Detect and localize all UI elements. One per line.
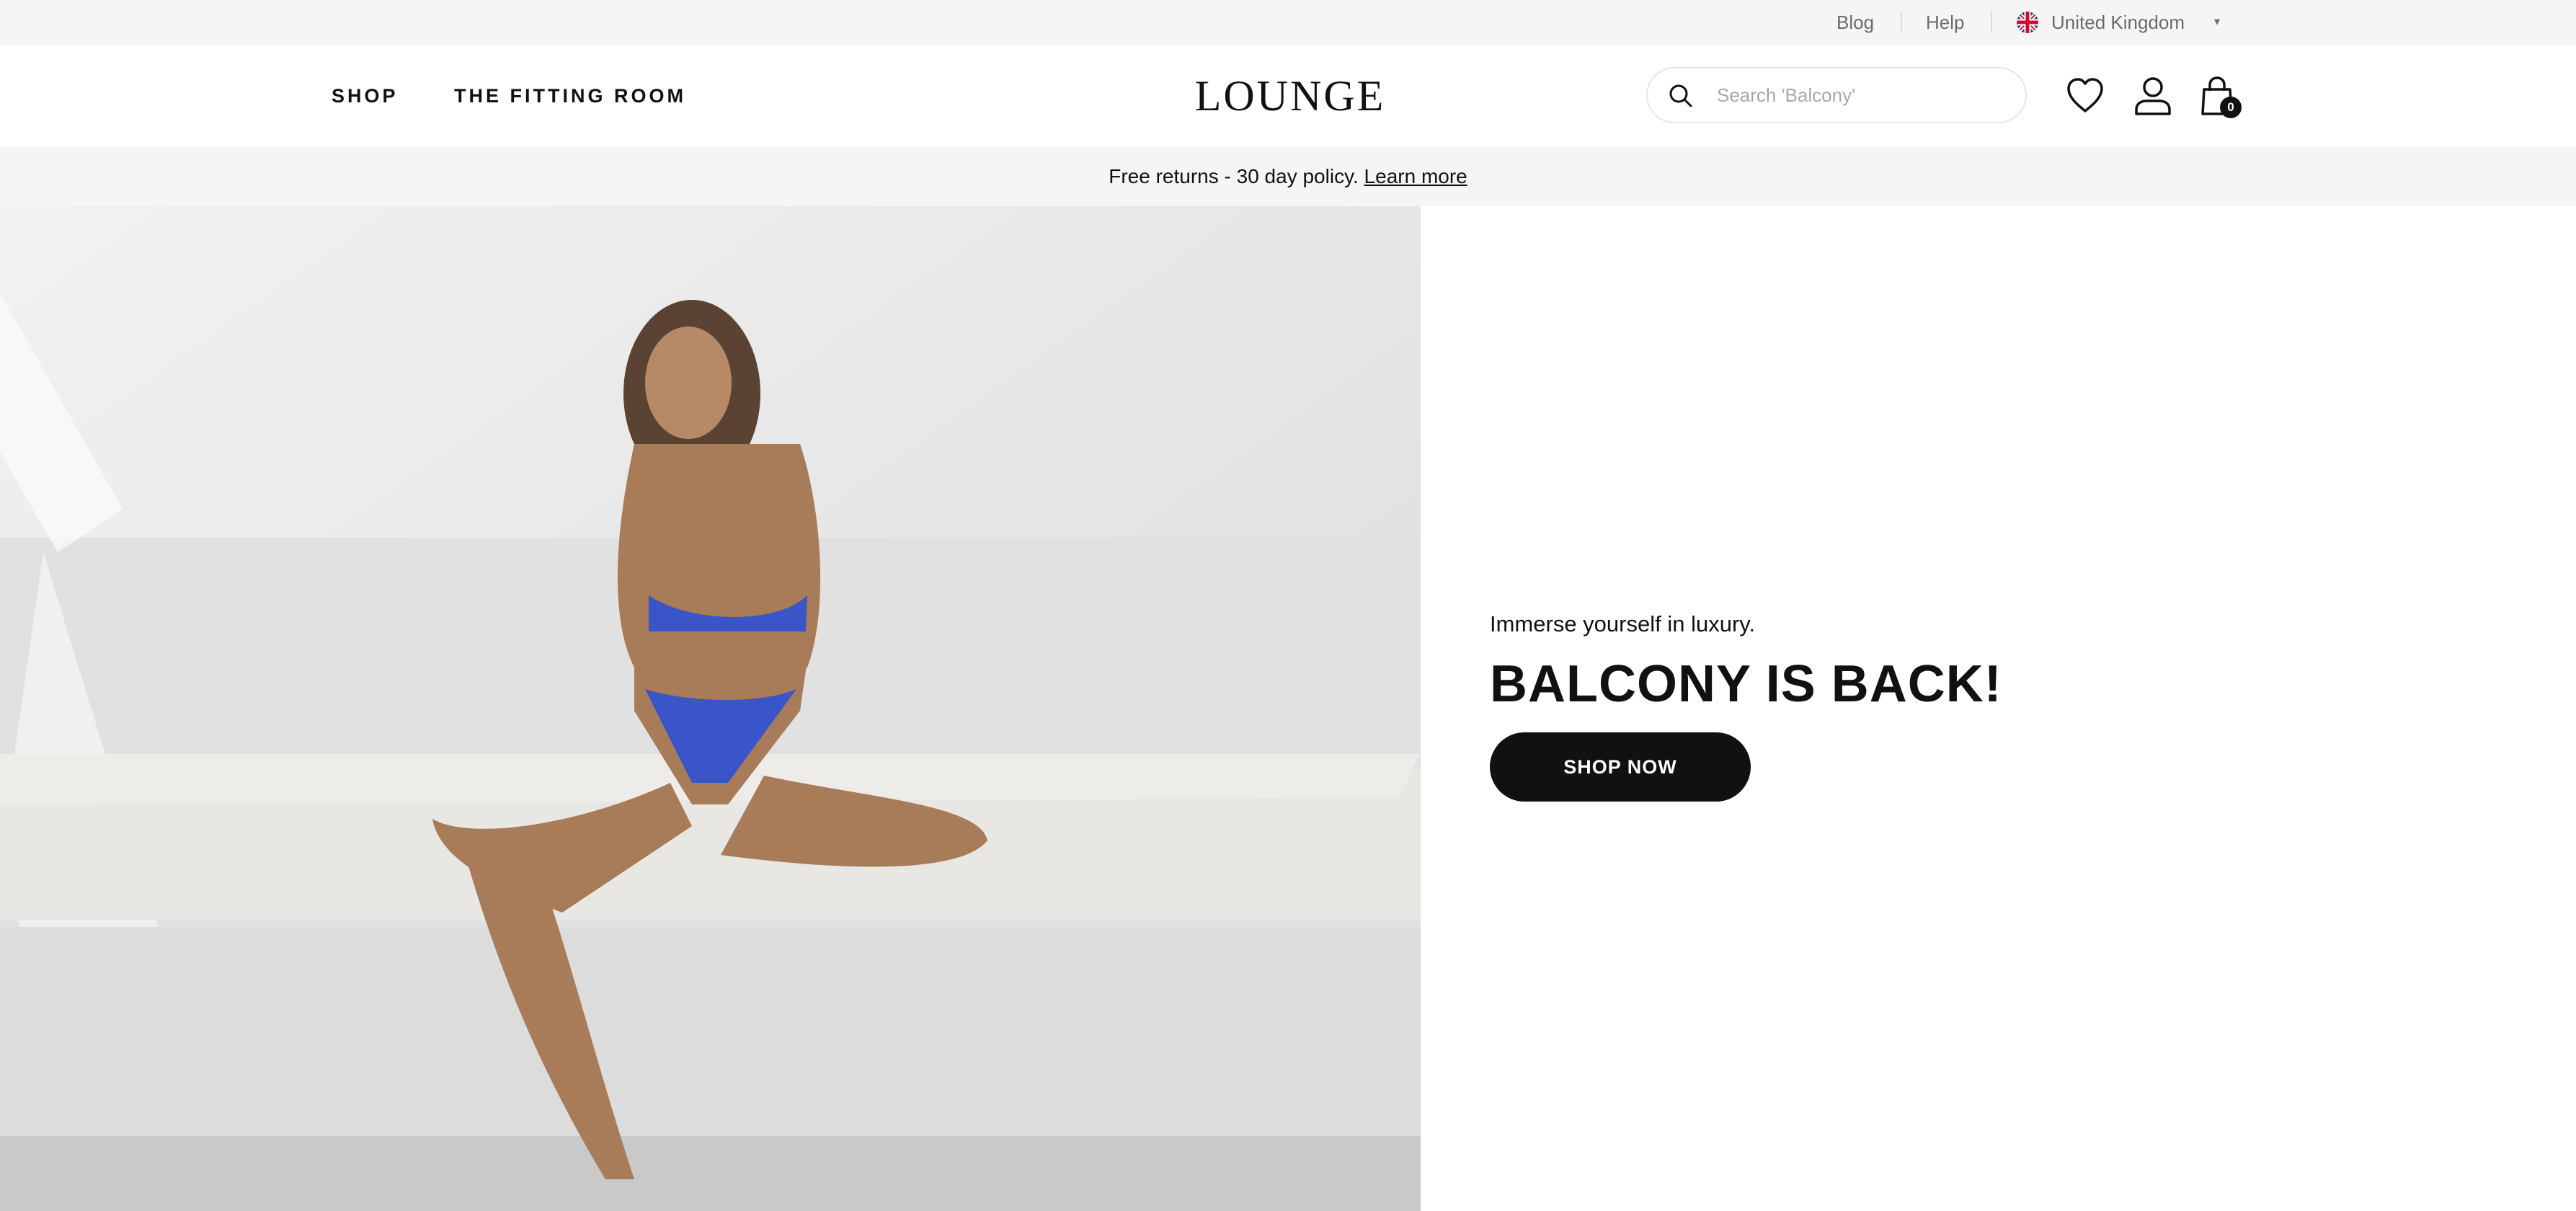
- utility-bar: Blog Help United Kingdom ▾: [0, 0, 2576, 45]
- region-selector[interactable]: United Kingdom: [2051, 0, 2185, 45]
- nav-shop[interactable]: SHOP: [332, 45, 399, 147]
- hero-eyebrow: Immerse yourself in luxury.: [1490, 611, 1756, 636]
- brand-logo[interactable]: LOUNGE: [1189, 74, 1391, 118]
- blog-link[interactable]: Blog: [1836, 0, 1874, 45]
- divider: [1901, 12, 1902, 33]
- model-photo: [0, 206, 1421, 1211]
- learn-more-link[interactable]: Learn more: [1364, 165, 1467, 187]
- shop-now-button[interactable]: SHOP NOW: [1490, 732, 1751, 802]
- help-link[interactable]: Help: [1926, 0, 1964, 45]
- promo-text: Free returns - 30 day policy.: [1109, 165, 1359, 187]
- main-header: SHOP THE FITTING ROOM LOUNGE 0: [0, 45, 2576, 147]
- account-user-icon[interactable]: [2132, 75, 2174, 117]
- nav-fitting-room[interactable]: THE FITTING ROOM: [454, 45, 686, 147]
- uk-flag-icon[interactable]: [2017, 12, 2038, 33]
- hero-headline: BALCONY IS BACK!: [1490, 655, 2002, 713]
- promo-banner: Free returns - 30 day policy. Learn more: [0, 147, 2576, 206]
- search-input[interactable]: [1717, 68, 2005, 122]
- hero-image: [0, 206, 1421, 1211]
- chevron-down-icon[interactable]: ▾: [2214, 14, 2220, 29]
- search-icon[interactable]: [1668, 83, 1694, 109]
- wishlist-heart-icon[interactable]: [2064, 75, 2106, 117]
- cart-count-badge[interactable]: 0: [2220, 97, 2242, 118]
- divider: [1991, 12, 1992, 33]
- search-bar[interactable]: [1646, 67, 2027, 123]
